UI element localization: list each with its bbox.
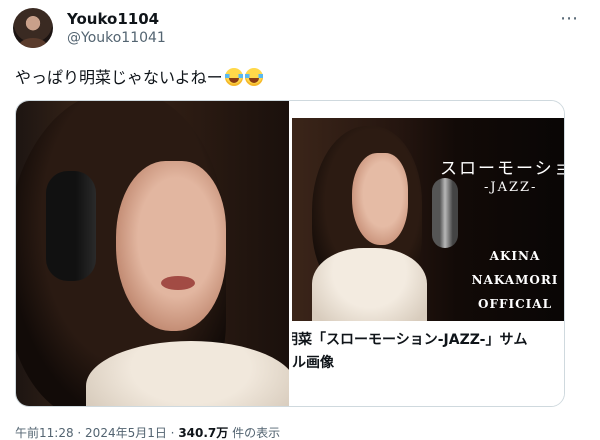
card-caption-line: 明菜「スローモーション-JAZZ-」サム	[292, 332, 528, 348]
attached-photo[interactable]	[16, 101, 289, 406]
view-count: 340.7万	[178, 426, 229, 440]
tweet-meta: 午前11:28 · 2024年5月1日 · 340.7万 件の表示	[15, 424, 280, 440]
media-container: スローモーショ -JAZZ- AKINA NAKAMORI OFFICIAL 明…	[15, 100, 565, 407]
user-handle[interactable]: @Youko11041	[67, 30, 166, 46]
thumbnail-title: スローモーショ	[440, 159, 565, 179]
tweet-time[interactable]: 午前11:28	[15, 426, 74, 440]
microphone-illustration	[432, 178, 458, 248]
view-count-label: 件の表示	[228, 426, 281, 440]
card-caption-line: ル画像	[292, 355, 334, 371]
card-caption[interactable]: 明菜「スローモーション-JAZZ-」サム ル画像	[292, 329, 564, 399]
tweet-header: Youko1104 @Youko11041 ⋯	[13, 8, 587, 52]
tweet-date[interactable]: 2024年5月1日	[85, 426, 167, 440]
more-options-icon[interactable]: ⋯	[560, 8, 579, 29]
thumbnail-brand: AKINA NAKAMORI OFFICIAL	[470, 244, 560, 316]
tweet-text: やっぱり明菜じゃないよねー	[15, 64, 263, 88]
meta-separator: ·	[166, 426, 179, 440]
card-thumbnail[interactable]: スローモーショ -JAZZ- AKINA NAKAMORI OFFICIAL	[292, 118, 565, 321]
tears-of-joy-emoji-icon	[244, 68, 263, 86]
brand-line: OFFICIAL	[477, 297, 553, 311]
thumbnail-subtitle: -JAZZ-	[484, 180, 538, 195]
tweet-text-body: やっぱり明菜じゃないよねー	[15, 68, 223, 87]
meta-separator: ·	[73, 426, 86, 440]
display-name[interactable]: Youko1104	[67, 10, 159, 28]
brand-line: NAKAMORI	[471, 273, 559, 287]
tears-of-joy-emoji-icon	[224, 68, 243, 86]
avatar[interactable]	[13, 8, 53, 48]
brand-line: AKINA	[489, 249, 541, 263]
headphones-illustration	[46, 171, 96, 281]
link-card[interactable]: スローモーショ -JAZZ- AKINA NAKAMORI OFFICIAL 明…	[292, 101, 565, 406]
